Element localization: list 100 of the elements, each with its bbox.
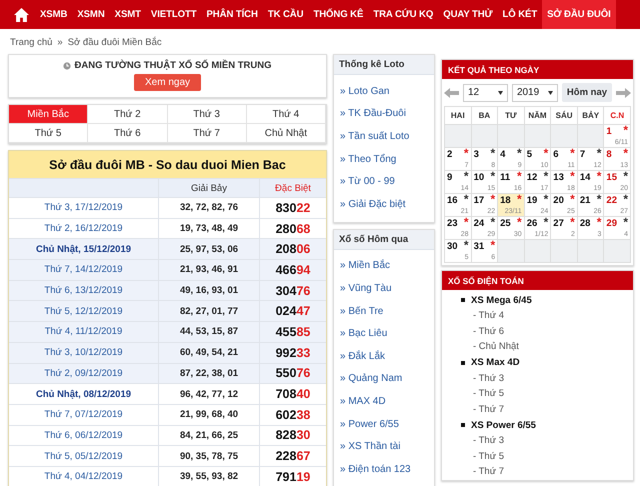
date-link[interactable]: Thứ 2, 09/12/2019 (9, 364, 159, 384)
nav-link[interactable]: PHÂN TÍCH (201, 0, 263, 29)
caret-icon (548, 90, 553, 94)
nav-link[interactable]: XSMB (35, 0, 72, 29)
watch-now-button[interactable]: Xem ngay (134, 74, 202, 91)
star-mark: * (544, 218, 548, 226)
table-cell-text: 83022 (274, 200, 312, 217)
side-link[interactable]: » XS Thần tài (340, 435, 434, 458)
side-link[interactable]: » Theo Tổng (340, 148, 434, 170)
star-mark: * (596, 218, 602, 226)
day-link[interactable]: - Chủ Nhật (473, 339, 633, 354)
day-link[interactable]: - Thứ 3 (473, 370, 633, 386)
breadcrumb-link[interactable]: Trang chủ (10, 37, 52, 48)
table-cell-text: 79119 (274, 468, 312, 486)
day-number: 9 (447, 172, 452, 183)
dropdown-value: 2019 (516, 87, 540, 98)
next-arrow-icon[interactable] (616, 88, 631, 98)
date-link[interactable]: Thứ 3, 17/12/2019 (9, 198, 159, 218)
previous-arrow-icon[interactable] (444, 88, 459, 98)
side-link[interactable]: » Bến Tre (340, 300, 434, 322)
panel-title: XỔ SỐ ĐIỆN TOÁN (442, 271, 633, 290)
day-number: 11 (500, 172, 510, 183)
side-link[interactable]: » Từ 00 - 99 (340, 170, 434, 193)
region-tab[interactable]: Thứ 4 (246, 105, 326, 124)
side-link[interactable]: » Loto Gan (340, 80, 434, 103)
side-link[interactable]: » Miền Bắc (340, 254, 434, 278)
side-link[interactable]: » Bạc Liêu (340, 322, 434, 345)
nav-link[interactable]: TK CẦU (262, 0, 308, 29)
side-link[interactable]: » Vũng Tàu (340, 277, 434, 300)
table-cell-text: 70840 (274, 386, 312, 404)
region-tab[interactable]: Thứ 6 (88, 124, 168, 143)
region-tab[interactable]: Thứ 7 (168, 124, 247, 143)
day-number: 23 (447, 218, 458, 229)
nav-link[interactable]: TRA CỨU KQ (368, 0, 438, 29)
day-link[interactable]: - Thứ 7 (473, 402, 633, 417)
side-link[interactable]: » Điện toán 123 (340, 458, 434, 480)
dropdown[interactable]: 12 (462, 84, 508, 102)
day-number: 16 (447, 195, 458, 206)
side-link[interactable]: » MAX 4D (340, 390, 434, 413)
table-cell-text: 55076 (274, 365, 312, 382)
star-mark: * (570, 218, 575, 226)
nav-link[interactable]: THỐNG KÊ (308, 0, 368, 29)
nav-link[interactable]: VIETLOTT (146, 0, 202, 29)
star-mark: * (517, 149, 522, 157)
today-button[interactable]: Hôm nay (562, 83, 612, 102)
date-link[interactable]: Thứ 7, 07/12/2019 (9, 404, 159, 425)
star-mark: * (544, 172, 548, 180)
day-number: 7 (580, 149, 586, 160)
day-number: 15 (606, 172, 617, 183)
day-number: 31 (474, 241, 484, 252)
side-link[interactable]: » TK Đầu-Đuôi (340, 102, 434, 126)
star-mark: * (570, 195, 575, 203)
day-number: 27 (553, 218, 564, 229)
star-mark: * (490, 218, 496, 226)
day-link[interactable]: - Thứ 6 (473, 324, 633, 339)
table-cell-text: 60238 (274, 406, 312, 424)
region-tab[interactable]: Miền Bắc (9, 105, 88, 124)
date-link[interactable]: Thứ 6, 06/12/2019 (9, 426, 159, 446)
nav-link[interactable]: XSMT (110, 0, 146, 29)
side-link[interactable]: » Power 6/55 (340, 412, 434, 436)
region-tab[interactable]: Thứ 5 (9, 124, 88, 143)
star-mark: * (490, 172, 496, 180)
date-link[interactable]: Thứ 4, 04/12/2019 (9, 466, 159, 486)
date-link[interactable]: Thứ 5, 05/12/2019 (9, 446, 159, 466)
day-link[interactable]: - Thứ 7 (473, 464, 633, 480)
day-link[interactable]: - Thứ 4 (473, 308, 633, 324)
side-link[interactable]: » Tần suất Loto (340, 125, 434, 148)
table-cell-text: 20806 (274, 241, 312, 258)
nav-link[interactable]: LÔ KÉT (498, 0, 542, 29)
column-header: Giải Bảy (159, 179, 260, 197)
day-number: 5 (526, 149, 532, 160)
side-link[interactable]: » Quảng Nam (340, 368, 434, 390)
region-tab[interactable]: Thứ 2 (88, 105, 168, 124)
star-mark: * (490, 241, 496, 249)
table-cell: 39, 55, 93, 82 (159, 466, 260, 486)
day-number: 1 (606, 126, 612, 137)
region-tab[interactable]: Thứ 3 (168, 105, 247, 124)
table-cell-text: 30476 (274, 282, 312, 300)
nav-link[interactable]: QUAY THỬ (438, 0, 498, 29)
day-link[interactable]: - Thứ 3 (473, 433, 633, 448)
region-tab[interactable]: Chủ Nhật (246, 124, 326, 143)
nav-link[interactable]: SỞ ĐẦU ĐUÔI (542, 0, 616, 29)
table-cell: 90, 35, 78, 75 (159, 446, 260, 466)
table-cell-text: 45585 (274, 324, 312, 341)
star-mark: * (544, 195, 548, 203)
table-cell-text: 99233 (274, 344, 312, 362)
dropdown[interactable]: 2019 (512, 84, 558, 102)
day-number: 3 (474, 149, 479, 160)
date-link[interactable]: Chủ Nhật, 08/12/2019 (9, 384, 159, 404)
day-number: 12 (526, 172, 538, 183)
side-link[interactable]: » Giải Đặc biệt (340, 192, 434, 216)
day-link[interactable]: - Thứ 5 (473, 448, 633, 464)
side-link[interactable]: » Đắk Lắk (340, 344, 434, 368)
bullet-icon (461, 423, 465, 427)
day-link[interactable]: - Thứ 5 (473, 386, 633, 402)
group-label: XS Max 4D (471, 357, 520, 368)
day-number: 4 (500, 149, 506, 160)
table-title: Sở đầu đuôi MB - So dau duoi Mien Bac (9, 151, 326, 178)
star-mark: * (623, 195, 628, 203)
nav-link[interactable]: XSMN (72, 0, 110, 29)
